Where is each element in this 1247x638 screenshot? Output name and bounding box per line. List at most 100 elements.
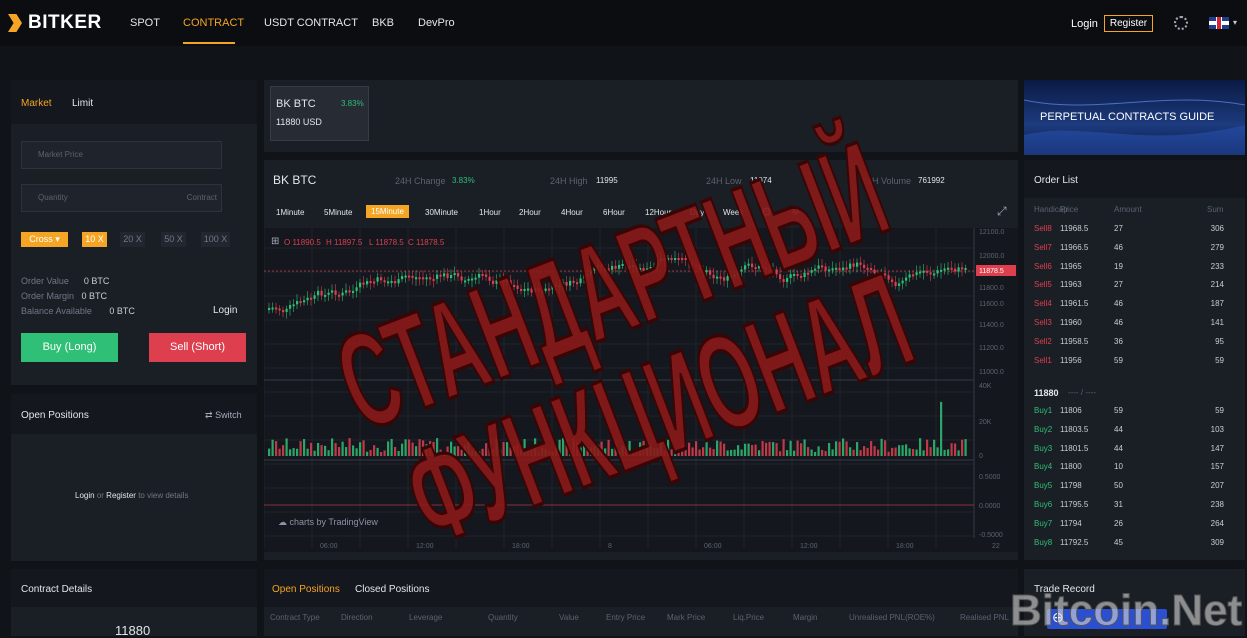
volume-bar bbox=[345, 446, 348, 456]
ob-amount: 44 bbox=[1114, 424, 1123, 434]
order-book-row[interactable]: Sell4 11961.5 46 187 bbox=[1034, 299, 1224, 313]
buy-long-button[interactable]: Buy (Long) bbox=[21, 333, 118, 362]
quantity-input[interactable]: Quantity Contract bbox=[21, 184, 222, 212]
candle-body bbox=[758, 265, 761, 269]
interval-30minute[interactable]: 30Minute bbox=[425, 208, 458, 217]
price-input[interactable]: Market Price bbox=[21, 141, 222, 169]
interval-day[interactable]: Day bbox=[690, 208, 704, 217]
volume-bar bbox=[821, 449, 824, 456]
header-login-link[interactable]: Login bbox=[1071, 18, 1098, 30]
tab-closed-positions[interactable]: Closed Positions bbox=[355, 584, 429, 595]
order-book-row[interactable]: Buy5 11798 50 207 bbox=[1034, 481, 1224, 495]
interval-1hour[interactable]: 1Hour bbox=[479, 208, 501, 217]
leverage-10x[interactable]: 10 X bbox=[82, 232, 107, 247]
order-book-row[interactable]: Sell3 11960 46 141 bbox=[1034, 318, 1224, 332]
order-book-row[interactable]: Buy7 11794 26 264 bbox=[1034, 519, 1224, 533]
order-book-row[interactable]: Sell6 11965 19 233 bbox=[1034, 262, 1224, 276]
interval-1minute[interactable]: 1Minute bbox=[276, 208, 304, 217]
nav-bkb[interactable]: BKB bbox=[372, 17, 394, 29]
candle-body bbox=[821, 265, 824, 268]
candle-body bbox=[362, 282, 365, 285]
chart-add-icon[interactable]: ⊞ bbox=[271, 236, 279, 247]
settings-gear-icon[interactable] bbox=[1174, 16, 1188, 30]
volume-bar bbox=[593, 446, 596, 456]
order-book-row[interactable]: Sell2 11958.5 36 95 bbox=[1034, 337, 1224, 351]
leverage-50x[interactable]: 50 X bbox=[161, 232, 186, 247]
interval-6hour[interactable]: 6Hour bbox=[603, 208, 625, 217]
interval-2hour[interactable]: 2Hour bbox=[519, 208, 541, 217]
chart-settings-icon[interactable]: ⚙ bbox=[761, 205, 772, 219]
volume-bar bbox=[877, 449, 880, 456]
margin-mode-select[interactable]: Cross ▾ bbox=[21, 232, 68, 247]
volume-bar bbox=[278, 448, 281, 456]
leverage-100x[interactable]: 100 X bbox=[201, 232, 230, 247]
brand-logo[interactable]: BITKER bbox=[8, 12, 102, 34]
candle-body bbox=[789, 274, 792, 278]
volume-bar bbox=[915, 449, 918, 456]
order-book-row[interactable]: Sell1 11956 59 59 bbox=[1034, 356, 1224, 370]
uk-flag-icon[interactable] bbox=[1209, 17, 1229, 29]
interval-5minute[interactable]: 5Minute bbox=[324, 208, 352, 217]
candle-body bbox=[436, 274, 439, 280]
sell-short-button[interactable]: Sell (Short) bbox=[149, 333, 246, 362]
candle-body bbox=[765, 267, 768, 270]
volume-bar bbox=[730, 449, 733, 456]
candle-body bbox=[922, 270, 925, 273]
tab-limit[interactable]: Limit bbox=[72, 98, 93, 109]
tab-open-positions[interactable]: Open Positions bbox=[272, 584, 340, 595]
volume-bar bbox=[618, 451, 621, 456]
nav-usdt-contract[interactable]: USDT CONTRACT bbox=[264, 17, 358, 29]
fullscreen-icon[interactable]: ⤢ bbox=[997, 204, 1007, 219]
ob-name: Sell6 bbox=[1034, 261, 1052, 271]
volume-bar bbox=[817, 446, 820, 456]
candle-body bbox=[814, 268, 817, 271]
candle-body bbox=[621, 263, 624, 266]
volume-bar bbox=[450, 441, 453, 456]
form-login-link[interactable]: Login bbox=[213, 305, 237, 316]
interval-15minute[interactable]: 15Minute bbox=[366, 205, 409, 218]
candle-body bbox=[289, 305, 292, 309]
language-caret-icon[interactable]: ▾ bbox=[1233, 18, 1237, 27]
order-book-row[interactable]: Buy8 11792.5 45 309 bbox=[1034, 538, 1224, 552]
tab-market[interactable]: Market bbox=[21, 98, 52, 109]
order-book-row[interactable]: Buy4 11800 10 157 bbox=[1034, 462, 1224, 476]
volume-bar bbox=[590, 447, 593, 456]
price-tick-label: 11000.0 bbox=[979, 369, 1004, 376]
order-book-row[interactable]: Sell7 11966.5 46 279 bbox=[1034, 243, 1224, 257]
header-register-button[interactable]: Register bbox=[1104, 15, 1153, 32]
time-tick-label: 8 bbox=[608, 543, 612, 550]
ob-price: 11806 bbox=[1060, 406, 1082, 415]
interval-12hour[interactable]: 12Hour bbox=[645, 208, 671, 217]
candle-body bbox=[488, 276, 491, 281]
order-book-row[interactable]: Buy3 11801.5 44 147 bbox=[1034, 444, 1224, 458]
chart-indicators-icon[interactable]: ✲ bbox=[791, 205, 800, 218]
switch-button[interactable]: ⇄ Switch bbox=[205, 410, 242, 421]
trade-record-button[interactable] bbox=[1047, 609, 1167, 629]
prompt-login-link[interactable]: Login bbox=[75, 491, 95, 500]
nav-contract[interactable]: CONTRACT bbox=[183, 17, 244, 29]
order-book-row[interactable]: Buy1 11806 59 59 bbox=[1034, 406, 1224, 420]
nav-spot[interactable]: SPOT bbox=[130, 17, 160, 29]
candle-body bbox=[317, 290, 320, 296]
prompt-register-link[interactable]: Register bbox=[106, 491, 136, 500]
ob-name: Buy4 bbox=[1034, 462, 1053, 472]
ob-amount: 44 bbox=[1114, 443, 1123, 453]
ticker-card[interactable] bbox=[270, 86, 369, 141]
candle-body bbox=[957, 267, 960, 272]
candle-body bbox=[859, 262, 862, 265]
order-book-row[interactable]: Buy6 11795.5 31 238 bbox=[1034, 500, 1224, 514]
candlestick-chart[interactable]: 12100.0 12000.0 11878.5 11800.0 11600.0 11400… bbox=[263, 228, 1018, 552]
ob-head-price: Price bbox=[1060, 205, 1079, 214]
order-book-row[interactable]: Sell8 11968.5 27 306 bbox=[1034, 224, 1224, 238]
ob-name: Sell2 bbox=[1034, 336, 1052, 346]
volume-bar bbox=[597, 444, 600, 456]
perpetual-guide-banner[interactable]: PERPETUAL CONTRACTS GUIDE bbox=[1024, 80, 1245, 155]
order-book-row[interactable]: Sell5 11963 27 214 bbox=[1034, 280, 1224, 294]
interval-week[interactable]: Week bbox=[723, 208, 743, 217]
order-book-row[interactable]: Buy2 11803.5 44 103 bbox=[1034, 425, 1224, 439]
interval-4hour[interactable]: 4Hour bbox=[561, 208, 583, 217]
nav-devpro[interactable]: DevPro bbox=[418, 17, 455, 29]
price-tick-label: 11200.0 bbox=[979, 345, 1004, 352]
col-value: Value bbox=[559, 613, 579, 622]
leverage-20x[interactable]: 20 X bbox=[120, 232, 145, 247]
